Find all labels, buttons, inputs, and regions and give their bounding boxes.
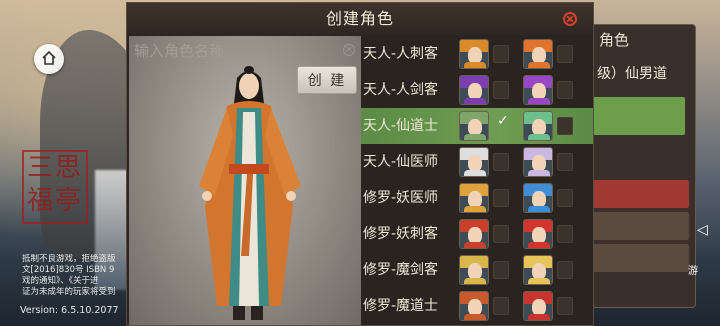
- character-name-input[interactable]: [129, 38, 359, 64]
- gender-select-box[interactable]: [493, 81, 509, 99]
- role-panel-title: 角色: [599, 31, 630, 49]
- gender-select-box[interactable]: [557, 153, 573, 171]
- notice-line: 文[2016]830号 ISBN 9: [22, 265, 115, 275]
- gender-select-box[interactable]: [493, 225, 509, 243]
- gender-select-box[interactable]: [493, 153, 509, 171]
- class-row[interactable]: 天人-仙道士 ✓: [361, 108, 593, 144]
- notice-line: 戏的通知》、《关于进: [22, 276, 99, 286]
- male-portrait[interactable]: [459, 147, 489, 177]
- close-icon[interactable]: [563, 12, 577, 26]
- female-portrait[interactable]: [523, 291, 553, 321]
- male-portrait[interactable]: [459, 111, 489, 141]
- create-button[interactable]: 创 建: [297, 66, 357, 94]
- female-portrait[interactable]: [523, 75, 553, 105]
- class-name: 天人-人刺客: [363, 46, 439, 62]
- left-arrow-icon[interactable]: ◁: [697, 222, 708, 238]
- class-row[interactable]: 修罗-妖医师: [361, 180, 593, 216]
- role-panel-button[interactable]: [589, 244, 689, 272]
- male-portrait[interactable]: [459, 75, 489, 105]
- gender-select-box[interactable]: [557, 81, 573, 99]
- version-label: Version: 6.5.10.2077: [20, 305, 119, 316]
- notice-text: 抵制不良游戏，拒绝盗版 文[2016]830号 ISBN 9 戏的通知》、《关于…: [22, 254, 132, 298]
- notice-line: 证为未成年的玩家将受到: [22, 287, 116, 297]
- female-portrait[interactable]: [523, 219, 553, 249]
- class-name: 修罗-魔道士: [363, 298, 439, 314]
- gender-select-box[interactable]: [557, 297, 573, 315]
- class-name: 修罗-妖医师: [363, 190, 439, 206]
- female-portrait[interactable]: [523, 255, 553, 285]
- home-icon: [42, 50, 56, 65]
- female-portrait[interactable]: [523, 147, 553, 177]
- role-panel-button[interactable]: [589, 212, 689, 240]
- male-portrait[interactable]: [459, 291, 489, 321]
- gender-select-box[interactable]: [557, 45, 573, 63]
- gender-select-box[interactable]: [557, 225, 573, 243]
- role-panel-line: 级）仙男道: [597, 66, 667, 82]
- class-list: 天人-人刺客 天人-人剑客 天人-仙道士 ✓ 天人-仙医师 修罗-妖医师 修罗-妖刺客 修罗-…: [361, 36, 593, 325]
- gender-select-box[interactable]: [557, 117, 573, 135]
- male-portrait[interactable]: [459, 219, 489, 249]
- female-portrait[interactable]: [523, 183, 553, 213]
- character-preview: × 创 建: [129, 36, 361, 325]
- female-portrait[interactable]: [523, 111, 553, 141]
- class-name: 天人-仙医师: [363, 154, 439, 170]
- gender-select-box[interactable]: [557, 261, 573, 279]
- create-character-dialog: 创建角色 ×: [126, 2, 594, 326]
- character-illustration: [199, 66, 301, 320]
- male-portrait[interactable]: [459, 39, 489, 69]
- class-row[interactable]: 修罗-魔道士: [361, 288, 593, 324]
- red-seal-stamp: 三思 福亭: [22, 150, 88, 224]
- class-row[interactable]: 修罗-妖刺客: [361, 216, 593, 252]
- gender-select-box[interactable]: [493, 45, 509, 63]
- home-button[interactable]: [34, 44, 64, 74]
- class-name: 天人-人剑客: [363, 82, 439, 98]
- gender-select-box[interactable]: [493, 189, 509, 207]
- gender-select-box[interactable]: [493, 261, 509, 279]
- female-portrait[interactable]: [523, 39, 553, 69]
- class-row[interactable]: 天人-人剑客: [361, 72, 593, 108]
- class-name: 天人-仙道士: [363, 118, 439, 134]
- role-panel-behind: 角色 级）仙男道: [578, 24, 696, 308]
- check-icon: ✓: [497, 113, 509, 129]
- clear-input-icon[interactable]: ×: [343, 44, 355, 56]
- gender-select-box[interactable]: [557, 189, 573, 207]
- male-portrait[interactable]: [459, 255, 489, 285]
- role-panel-green-bar: [589, 97, 685, 135]
- class-row[interactable]: 天人-仙医师: [361, 144, 593, 180]
- class-name: 修罗-妖刺客: [363, 226, 439, 242]
- side-label: 游: [688, 266, 698, 277]
- gender-select-box[interactable]: [493, 297, 509, 315]
- notice-line: 抵制不良游戏，拒绝盗版: [22, 254, 116, 264]
- male-portrait[interactable]: [459, 183, 489, 213]
- class-name: 修罗-魔剑客: [363, 262, 439, 278]
- class-row[interactable]: 修罗-魔剑客: [361, 252, 593, 288]
- role-panel-red-button[interactable]: [589, 180, 689, 208]
- dialog-title: 创建角色: [127, 3, 593, 35]
- class-row[interactable]: 天人-人刺客: [361, 36, 593, 72]
